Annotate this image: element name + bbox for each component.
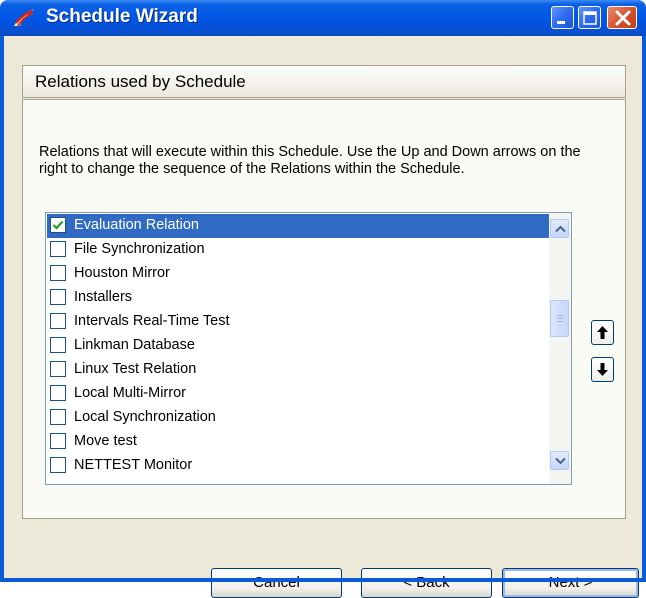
maximize-icon — [583, 11, 597, 25]
list-item[interactable]: Houston Mirror — [47, 262, 549, 286]
page-title: Relations used by Schedule — [35, 72, 246, 91]
dialog-client-area: Relations used by Schedule Relations tha… — [4, 36, 642, 598]
schedule-wizard-window: Schedule Wizard Relations used by Schedu… — [0, 0, 646, 598]
relation-checkbox[interactable] — [50, 409, 66, 425]
relation-label: Houston Mirror — [74, 265, 170, 281]
relation-label: Evaluation Relation — [74, 217, 199, 233]
checkmark-icon — [52, 220, 64, 230]
relation-label: Installers — [74, 289, 133, 305]
relation-checkbox[interactable] — [50, 313, 66, 329]
list-item[interactable]: Evaluation Relation — [47, 214, 549, 238]
app-logo-icon — [14, 9, 34, 27]
relations-listbox[interactable]: Evaluation Relation File Synchronization H… — [45, 212, 572, 485]
relation-label: Move test — [74, 433, 137, 449]
chevron-down-icon — [555, 457, 566, 465]
maximize-button[interactable] — [578, 6, 601, 29]
relation-label: File Synchronization — [74, 241, 205, 257]
move-down-arrow-icon — [597, 363, 608, 376]
minimize-button[interactable] — [551, 6, 574, 29]
relation-checkbox[interactable] — [50, 433, 66, 449]
relations-list: Evaluation Relation File Synchronization H… — [47, 214, 549, 478]
minimize-icon — [557, 21, 565, 24]
list-item[interactable]: Intervals Real-Time Test — [47, 310, 549, 334]
scrollbar-thumb[interactable] — [550, 300, 569, 337]
relation-checkbox[interactable] — [50, 241, 66, 257]
relation-label: Linkman Database — [74, 337, 195, 353]
relation-label: Local Synchronization — [74, 409, 216, 425]
list-item[interactable]: Local Multi-Mirror — [47, 382, 549, 406]
window-title: Schedule Wizard — [46, 6, 198, 27]
relation-label: Intervals Real-Time Test — [74, 313, 230, 329]
list-item[interactable]: Move test — [47, 430, 549, 454]
list-item[interactable]: NETTEST Monitor — [47, 454, 549, 478]
vertical-scrollbar[interactable] — [549, 213, 571, 484]
thumb-grip-line — [557, 318, 563, 319]
list-item[interactable]: Installers — [47, 286, 549, 310]
back-button[interactable]: < Back — [361, 568, 492, 598]
page-header: Relations used by Schedule — [22, 65, 626, 98]
move-up-arrow-icon — [597, 326, 608, 339]
list-item[interactable]: Local Synchronization — [47, 406, 549, 430]
content-panel: Relations that will execute within this … — [22, 99, 626, 519]
thumb-grip-line — [557, 315, 563, 316]
relation-checkbox[interactable] — [50, 265, 66, 281]
scroll-up-button[interactable] — [550, 219, 569, 238]
list-item[interactable]: Linkman Database — [47, 334, 549, 358]
relation-label: NETTEST Monitor — [74, 457, 193, 473]
instructions-text: Relations that will execute within this … — [39, 144, 581, 177]
move-down-button[interactable] — [591, 357, 614, 382]
next-button[interactable]: Next > — [502, 568, 639, 598]
relation-checkbox[interactable] — [50, 457, 66, 473]
relation-label: Local Multi-Mirror — [74, 385, 186, 401]
relation-label: Linux Test Relation — [74, 361, 197, 377]
close-icon — [615, 10, 631, 26]
chevron-up-icon — [555, 225, 566, 233]
window-bottom-border — [0, 578, 646, 582]
scroll-down-button[interactable] — [550, 451, 569, 470]
cancel-button[interactable]: Cancel — [211, 568, 342, 598]
list-item[interactable]: File Synchronization — [47, 238, 549, 262]
close-button[interactable] — [607, 6, 637, 29]
relation-checkbox[interactable] — [50, 361, 66, 377]
relation-checkbox[interactable] — [50, 337, 66, 353]
list-item[interactable]: Linux Test Relation — [47, 358, 549, 382]
move-up-button[interactable] — [591, 320, 614, 345]
title-bar[interactable]: Schedule Wizard — [0, 0, 646, 36]
thumb-grip-line — [557, 321, 563, 322]
relation-checkbox[interactable] — [50, 385, 66, 401]
relation-checkbox[interactable] — [50, 289, 66, 305]
relation-checkbox[interactable] — [50, 217, 66, 233]
